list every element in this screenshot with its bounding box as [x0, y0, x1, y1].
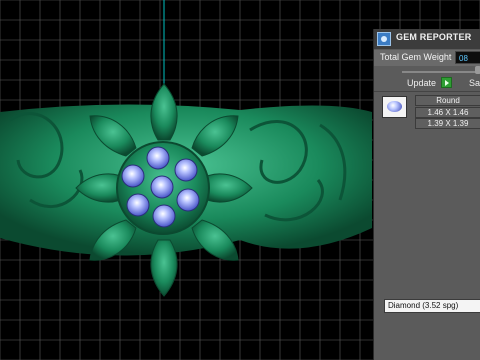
- round-gem-icon: [387, 101, 402, 112]
- total-gem-weight-row: Total Gem Weight 08: [374, 50, 480, 66]
- weight-slider-handle[interactable]: [475, 66, 480, 74]
- panel-titlebar[interactable]: GEM REPORTER: [374, 29, 480, 49]
- gem-shape-cell[interactable]: Round: [415, 95, 480, 106]
- gem-reporter-panel: GEM REPORTER Total Gem Weight 08 Update …: [373, 29, 480, 360]
- panel-divider: [374, 91, 480, 92]
- gem-size-cell[interactable]: 1.39 X 1.39: [415, 118, 480, 129]
- panel-title: GEM REPORTER: [396, 32, 472, 42]
- gem-size-cell[interactable]: 1.46 X 1.46: [415, 107, 480, 118]
- total-gem-weight-field[interactable]: 08: [455, 51, 480, 64]
- save-label[interactable]: Sa: [469, 78, 480, 88]
- total-gem-weight-label: Total Gem Weight: [380, 52, 452, 62]
- gem-reporter-logo-icon: [377, 32, 391, 46]
- weight-slider-track[interactable]: [402, 71, 480, 73]
- gem-thumbnail[interactable]: [382, 96, 407, 118]
- update-label: Update: [407, 78, 437, 88]
- material-status-bar[interactable]: Diamond (3.52 spg): [384, 299, 480, 313]
- update-button[interactable]: [441, 77, 452, 88]
